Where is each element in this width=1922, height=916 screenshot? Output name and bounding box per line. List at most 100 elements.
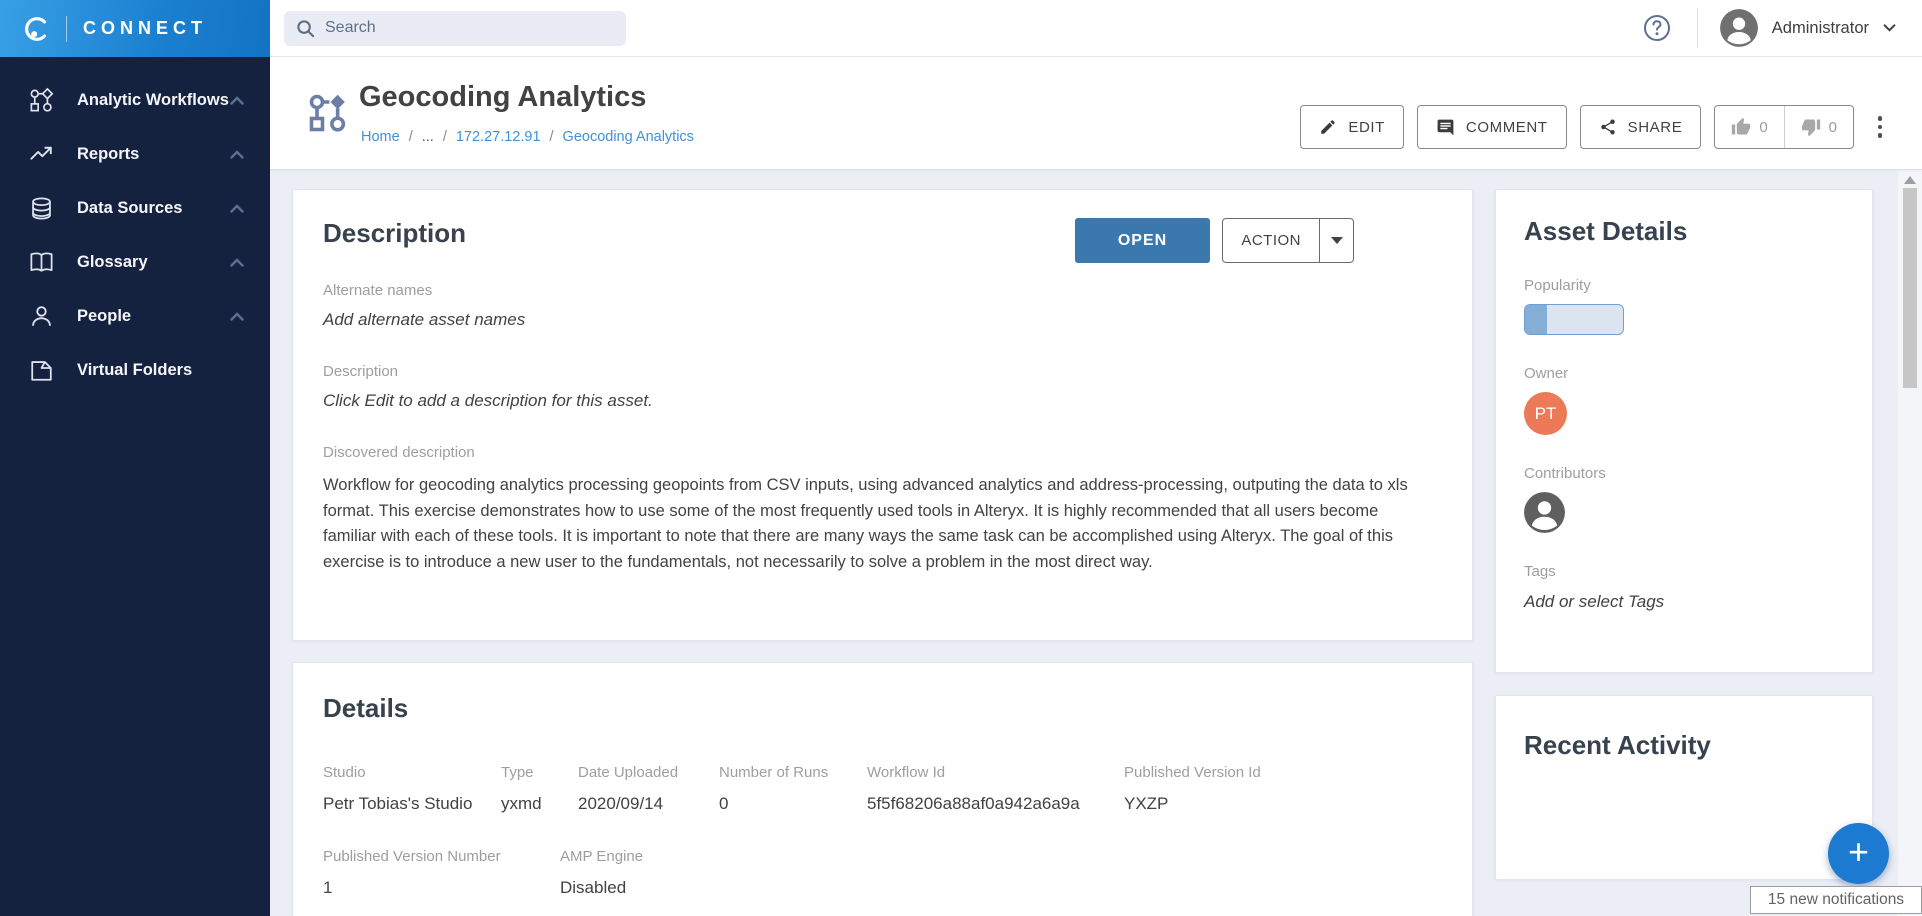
breadcrumb-separator: / xyxy=(443,129,447,145)
topbar-divider xyxy=(1697,8,1698,48)
recent-activity-heading: Recent Activity xyxy=(1524,730,1844,761)
vote-group: 0 0 xyxy=(1714,105,1854,149)
action-button[interactable]: ACTION xyxy=(1222,218,1354,263)
comment-button-label: COMMENT xyxy=(1466,119,1548,136)
detail-label: Date Uploaded xyxy=(578,764,719,781)
connect-app: CONNECT Analytic Workflows Re xyxy=(0,0,1922,916)
popularity-fill xyxy=(1525,305,1547,334)
breadcrumb-separator: / xyxy=(409,129,413,145)
chevron-up-icon[interactable] xyxy=(230,204,244,213)
person-icon xyxy=(28,303,55,330)
detail-field-workflow-id: Workflow Id 5f5f68206a88af0a942a6a9a xyxy=(867,764,1124,814)
share-icon xyxy=(1599,118,1617,136)
open-button[interactable]: OPEN xyxy=(1075,218,1210,263)
alternate-names-label: Alternate names xyxy=(323,282,1442,299)
chevron-up-icon[interactable] xyxy=(230,258,244,267)
sidebar-item-analytic-workflows[interactable]: Analytic Workflows xyxy=(0,73,270,127)
sidebar: CONNECT Analytic Workflows Re xyxy=(0,0,270,916)
brand-logo[interactable]: CONNECT xyxy=(0,0,270,57)
chevron-up-icon[interactable] xyxy=(230,96,244,105)
detail-field-date-uploaded: Date Uploaded 2020/09/14 xyxy=(578,764,719,814)
chevron-down-icon[interactable] xyxy=(1883,24,1896,32)
detail-label: Published Version Id xyxy=(1124,764,1261,781)
sidebar-nav: Analytic Workflows Reports Data So xyxy=(0,57,270,397)
detail-field-studio: Studio Petr Tobias's Studio xyxy=(323,764,501,814)
description-label: Description xyxy=(323,363,1442,380)
owner-avatar[interactable]: PT xyxy=(1524,392,1567,435)
page-title: Geocoding Analytics xyxy=(359,81,646,114)
sidebar-item-label: Reports xyxy=(77,145,230,164)
thumbs-up-button[interactable]: 0 xyxy=(1715,106,1783,148)
sidebar-item-glossary[interactable]: Glossary xyxy=(0,235,270,289)
chevron-up-icon[interactable] xyxy=(230,312,244,321)
sidebar-item-label: Glossary xyxy=(77,253,230,272)
detail-value: 1 xyxy=(323,878,560,898)
discovered-description-label: Discovered description xyxy=(323,444,1442,461)
details-card: Details Studio Petr Tobias's Studio Type… xyxy=(292,662,1473,916)
share-button-label: SHARE xyxy=(1628,119,1683,136)
more-options-button[interactable] xyxy=(1868,116,1892,138)
discovered-description-text: Workflow for geocoding analytics process… xyxy=(323,473,1433,575)
breadcrumb-home[interactable]: Home xyxy=(361,129,400,145)
topbar: Administrator xyxy=(270,0,1922,57)
sidebar-item-data-sources[interactable]: Data Sources xyxy=(0,181,270,235)
notifications-toast[interactable]: 15 new notifications xyxy=(1750,886,1922,914)
scrollbar-up-arrow[interactable] xyxy=(1904,176,1916,184)
share-button[interactable]: SHARE xyxy=(1580,105,1702,149)
detail-value: 5f5f68206a88af0a942a6a9a xyxy=(867,794,1124,814)
details-row-2: Published Version Number 1 AMP Engine Di… xyxy=(323,848,1442,898)
thumbs-down-icon xyxy=(1801,117,1821,137)
search-input[interactable] xyxy=(325,19,614,37)
add-asset-fab[interactable]: + xyxy=(1828,823,1889,884)
workflow-icon xyxy=(28,87,55,114)
chevron-up-icon[interactable] xyxy=(230,150,244,159)
user-name[interactable]: Administrator xyxy=(1772,19,1869,38)
popularity-bar xyxy=(1524,304,1624,335)
breadcrumb: Home / ... / 172.27.12.91 / Geocoding An… xyxy=(361,129,694,145)
header-actions: EDIT COMMENT SHARE xyxy=(1287,105,1892,149)
asset-header: Geocoding Analytics Home / ... / 172.27.… xyxy=(270,57,1922,170)
breadcrumb-current[interactable]: Geocoding Analytics xyxy=(563,129,694,145)
sidebar-item-people[interactable]: People xyxy=(0,289,270,343)
detail-field-published-version-number: Published Version Number 1 xyxy=(323,848,560,898)
connect-logo-icon xyxy=(22,14,52,44)
detail-label: Published Version Number xyxy=(323,848,560,865)
comment-button[interactable]: COMMENT xyxy=(1417,105,1567,149)
sidebar-item-label: People xyxy=(77,307,230,326)
workflow-asset-icon xyxy=(306,91,350,135)
thumbs-up-icon xyxy=(1731,117,1751,137)
sidebar-item-reports[interactable]: Reports xyxy=(0,127,270,181)
scrollbar-thumb[interactable] xyxy=(1903,188,1917,388)
help-icon[interactable] xyxy=(1643,14,1671,42)
breadcrumb-server[interactable]: 172.27.12.91 xyxy=(456,129,541,145)
detail-field-type: Type yxmd xyxy=(501,764,578,814)
comment-icon xyxy=(1436,118,1455,137)
search-box[interactable] xyxy=(284,11,626,46)
detail-value: Petr Tobias's Studio xyxy=(323,794,501,814)
alternate-names-placeholder[interactable]: Add alternate asset names xyxy=(323,310,1442,330)
sidebar-item-virtual-folders[interactable]: Virtual Folders xyxy=(0,343,270,397)
contributor-avatar[interactable] xyxy=(1524,492,1565,533)
detail-field-published-version-id: Published Version Id YXZP xyxy=(1124,764,1261,814)
sidebar-item-label: Data Sources xyxy=(77,199,230,218)
detail-label: Studio xyxy=(323,764,501,781)
tags-placeholder[interactable]: Add or select Tags xyxy=(1524,592,1844,612)
details-heading: Details xyxy=(323,693,1442,724)
main-content: Description OPEN ACTION Alternate names … xyxy=(270,170,1898,916)
page-scrollbar[interactable] xyxy=(1898,170,1922,916)
brand-name: CONNECT xyxy=(83,18,207,39)
tags-label: Tags xyxy=(1524,563,1844,580)
breadcrumb-ellipsis[interactable]: ... xyxy=(422,129,434,145)
action-dropdown-toggle[interactable] xyxy=(1319,219,1353,262)
edit-button[interactable]: EDIT xyxy=(1300,105,1404,149)
database-icon xyxy=(28,195,55,222)
description-card: Description OPEN ACTION Alternate names … xyxy=(292,189,1473,641)
logo-divider xyxy=(66,16,67,42)
user-avatar[interactable] xyxy=(1720,9,1758,47)
pencil-icon xyxy=(1319,118,1337,136)
description-placeholder[interactable]: Click Edit to add a description for this… xyxy=(323,391,1442,411)
thumbs-up-count: 0 xyxy=(1759,119,1767,136)
thumbs-down-button[interactable]: 0 xyxy=(1784,106,1853,148)
trending-up-icon xyxy=(28,141,55,168)
detail-value: 0 xyxy=(719,794,867,814)
